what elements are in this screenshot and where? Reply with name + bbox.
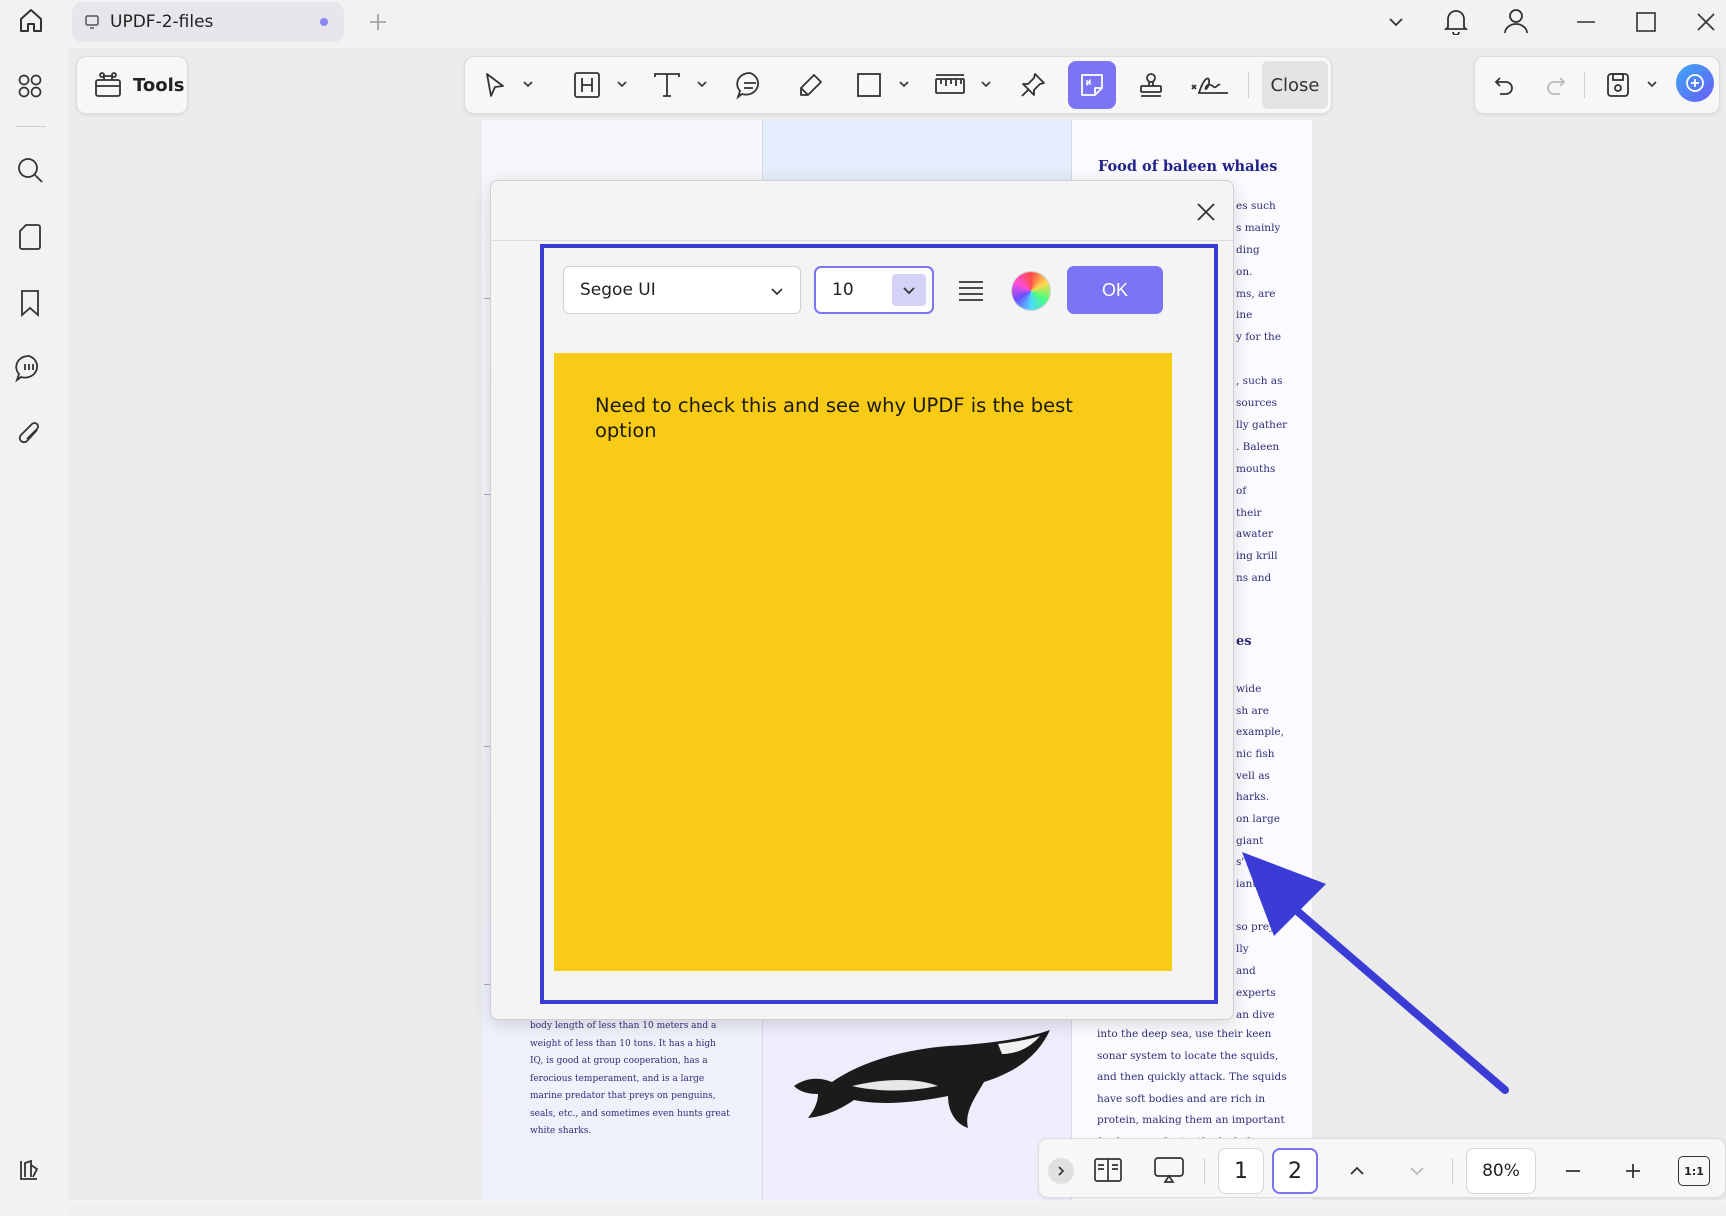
pages-icon[interactable] (14, 221, 46, 253)
page-button-1[interactable]: 1 (1218, 1148, 1264, 1194)
rectangle-chevron-icon[interactable] (896, 76, 912, 92)
redo-icon[interactable] (1540, 68, 1574, 102)
pdf-text-fragment: example, (1236, 726, 1284, 738)
sticky-note-icon (1078, 71, 1106, 99)
pdf-text-fragment: , such as (1236, 375, 1283, 387)
pdf-text-fragment: on. (1236, 266, 1253, 278)
apps-grid-icon[interactable] (14, 70, 46, 102)
pdf-text-fragment: wide (1236, 683, 1262, 695)
pdf-text-fragment: their (1236, 507, 1262, 519)
undo-icon[interactable] (1486, 68, 1520, 102)
measure-chevron-icon[interactable] (978, 76, 994, 92)
highlight-chevron-icon[interactable] (614, 76, 630, 92)
orca-image (788, 1016, 1058, 1136)
save-icon[interactable] (1600, 68, 1636, 102)
pdf-text-fragment: nic fish (1236, 748, 1275, 760)
zoom-level[interactable]: 80% (1466, 1148, 1536, 1194)
pencil-icon[interactable] (794, 68, 828, 102)
collapse-chevron-icon[interactable] (1048, 1158, 1074, 1184)
new-tab-button[interactable] (364, 8, 392, 36)
dialog-close-icon[interactable] (1190, 196, 1222, 228)
pdf-text-fragment: sources (1236, 397, 1277, 409)
tab-title: UPDF-2-files (110, 12, 214, 32)
horizontal-scrollbar[interactable] (68, 1204, 1726, 1216)
pdf-text-fragment: y for the (1236, 331, 1282, 343)
text-chevron-icon[interactable] (694, 76, 710, 92)
presentation-icon[interactable] (1150, 1152, 1188, 1188)
tools-label: Tools (133, 74, 185, 96)
bookmark-icon[interactable] (14, 287, 46, 319)
pointer-arrow (1230, 840, 1520, 1100)
sticky-note-button[interactable] (1068, 61, 1116, 109)
library-icon[interactable] (14, 1154, 46, 1186)
pdf-text-fragment: ine (1236, 309, 1253, 321)
unsaved-dot-icon (320, 18, 328, 26)
select-arrow-icon[interactable] (478, 68, 512, 102)
home-icon[interactable] (14, 4, 48, 38)
signature-icon[interactable] (1190, 68, 1230, 102)
pdf-text-fragment: s mainly (1236, 222, 1281, 234)
pdf-text-fragment: of (1236, 485, 1247, 497)
measure-icon[interactable] (932, 68, 968, 102)
next-page-icon[interactable] (1400, 1154, 1434, 1188)
pdf-text-fragment: awater (1236, 528, 1273, 540)
pdf-text-fragment: ns and (1236, 572, 1272, 584)
highlight-text-icon[interactable] (570, 68, 604, 102)
comments-icon[interactable] (12, 351, 46, 385)
close-editing-button[interactable]: Close (1262, 61, 1328, 109)
minimize-icon[interactable] (1570, 6, 1602, 38)
tab-list-chevron-icon[interactable] (1380, 6, 1412, 38)
pdf-text-fragment: mouths (1236, 463, 1276, 475)
text-icon[interactable] (650, 68, 684, 102)
search-icon[interactable] (14, 154, 46, 186)
pdf-heading-food-of-baleen-whales: Food of baleen whales (1098, 158, 1278, 175)
save-chevron-icon[interactable] (1644, 76, 1660, 92)
actual-size-button[interactable]: 1:1 (1678, 1156, 1710, 1186)
comment-bubble-icon[interactable] (733, 68, 767, 102)
document-tab[interactable]: UPDF-2-files (72, 2, 344, 42)
pin-icon[interactable] (1016, 68, 1050, 102)
nav-divider (1204, 1158, 1205, 1184)
actual-size-label: 1:1 (1684, 1164, 1704, 1178)
page-button-2[interactable]: 2 (1272, 1148, 1318, 1194)
pdf-text-fragment: harks. (1236, 791, 1270, 803)
pdf-text-fragment: es such (1236, 200, 1276, 212)
zoom-in-icon[interactable] (1616, 1154, 1650, 1188)
pdf-text-fragment: ms, are (1236, 288, 1276, 300)
previous-page-icon[interactable] (1340, 1154, 1374, 1188)
window-close-icon[interactable] (1690, 6, 1722, 38)
pdf-text-fragment: es (1236, 634, 1252, 649)
select-chevron-icon[interactable] (520, 76, 536, 92)
nav-divider (1452, 1158, 1453, 1184)
pdf-text-fragment: sh are (1236, 705, 1269, 717)
stamp-icon[interactable] (1134, 68, 1168, 102)
pdf-paragraph-orca: body length of less than 10 meters and a… (530, 1021, 730, 1136)
ai-assistant-icon[interactable] (1676, 64, 1714, 102)
annotation-highlight-frame (540, 244, 1218, 1004)
dialog-header-divider (491, 240, 1233, 241)
pdf-text-fragment: on large (1236, 813, 1280, 825)
pdf-text-fragment: vell as (1236, 770, 1270, 782)
toolbar-divider (1584, 72, 1585, 98)
pdf-text-fragment: lly gather (1236, 419, 1288, 431)
tab-file-icon (84, 14, 100, 30)
pdf-text-fragment: ding (1236, 244, 1260, 256)
left-rail (0, 44, 62, 1204)
rectangle-icon[interactable] (852, 68, 886, 102)
account-icon[interactable] (1500, 4, 1532, 38)
page-layout-icon[interactable] (1090, 1152, 1126, 1188)
toolbox-icon (93, 71, 123, 99)
pdf-text-fragment: . Baleen (1236, 441, 1280, 453)
bell-icon[interactable] (1440, 4, 1472, 38)
zoom-out-icon[interactable] (1556, 1154, 1590, 1188)
toolbar-divider (1248, 72, 1249, 98)
tools-button[interactable]: Tools (76, 56, 188, 114)
maximize-icon[interactable] (1630, 6, 1662, 38)
pdf-text-fragment: ing krill (1236, 550, 1278, 562)
rail-divider (16, 126, 46, 127)
attachment-icon[interactable] (14, 418, 46, 450)
